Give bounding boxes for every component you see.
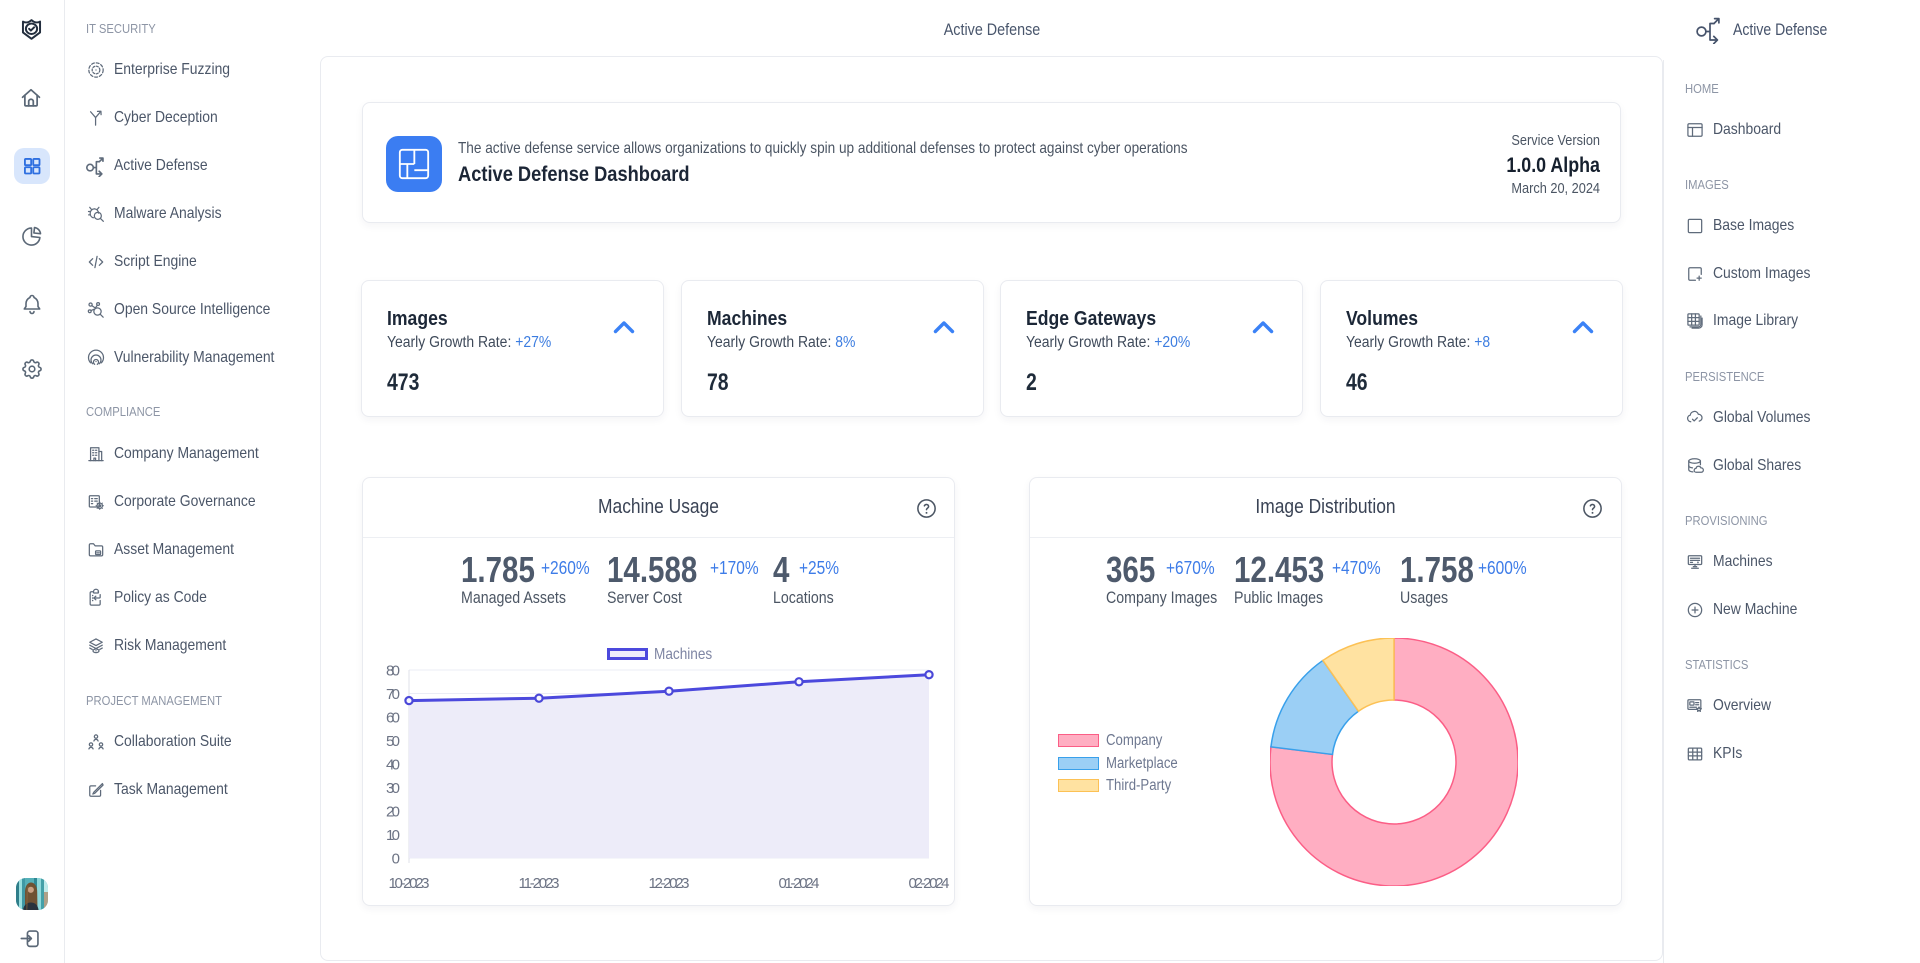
- svg-text:10: 10: [386, 827, 400, 844]
- svg-text:40: 40: [386, 757, 400, 774]
- svg-text:50: 50: [386, 733, 400, 750]
- svg-text:10-2023: 10-2023: [389, 875, 430, 892]
- svg-text:0: 0: [392, 851, 400, 868]
- svg-text:20: 20: [386, 804, 400, 821]
- svg-text:80: 80: [386, 663, 400, 680]
- svg-text:60: 60: [386, 710, 400, 727]
- svg-text:02-2024: 02-2024: [909, 875, 950, 892]
- svg-text:11-2023: 11-2023: [519, 875, 560, 892]
- svg-text:12-2023: 12-2023: [649, 875, 690, 892]
- svg-text:30: 30: [386, 780, 400, 797]
- svg-text:70: 70: [386, 686, 400, 703]
- svg-text:01-2024: 01-2024: [779, 875, 820, 892]
